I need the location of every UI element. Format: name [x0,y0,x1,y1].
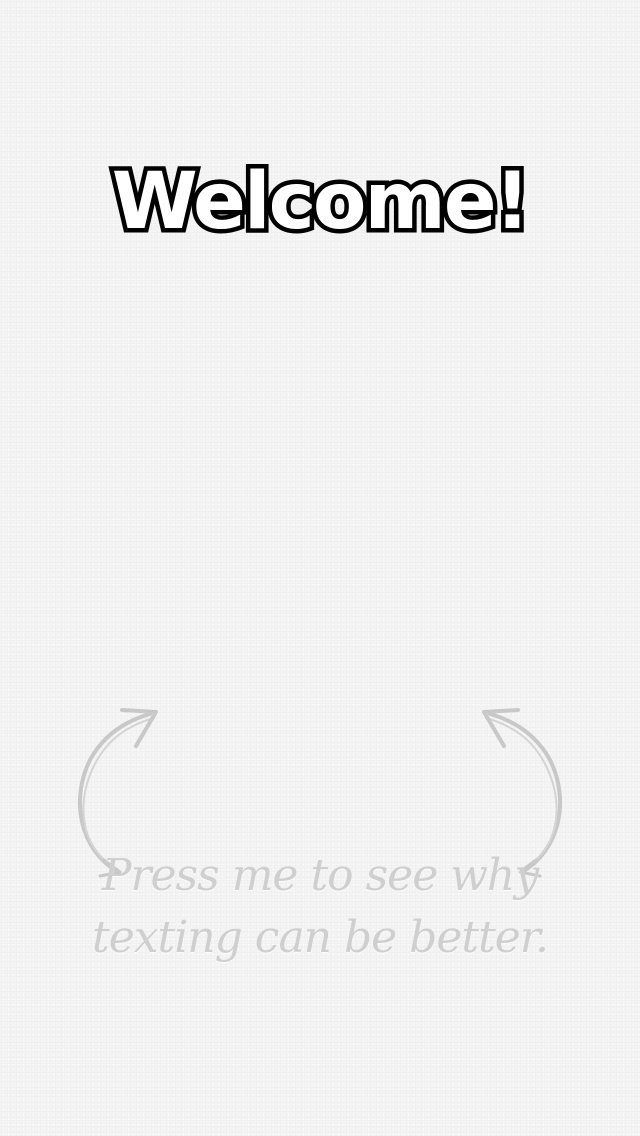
hint-line-2: texting can be better. [92,912,549,963]
welcome-title: Welcome! [107,155,534,250]
hint-text: Press me to see why texting can be bette… [0,845,640,969]
hint-line-1: Press me to see why [101,850,539,901]
welcome-screen: Welcome! Press me to see why texting can… [0,0,640,1136]
tutorial-hint-button[interactable]: Press me to see why texting can be bette… [0,700,640,1000]
